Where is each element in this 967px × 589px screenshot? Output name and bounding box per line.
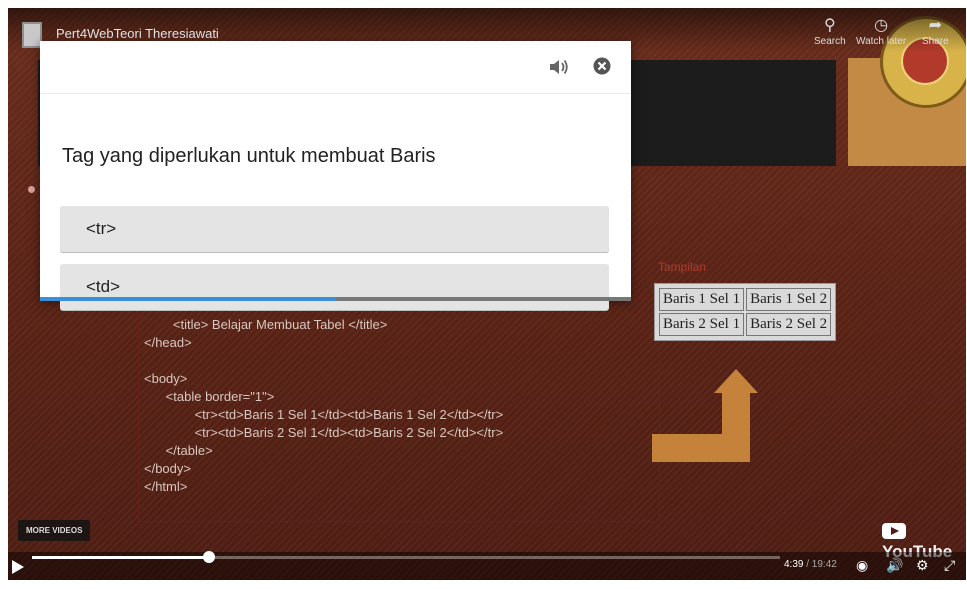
table-row: Baris 2 Sel 1 Baris 2 Sel 2 [659, 313, 832, 336]
code-line: </html> [144, 479, 188, 494]
arrow-base [652, 434, 750, 462]
quiz-progress-bar [40, 297, 631, 301]
time-display: 4:39 / 19:42 [784, 559, 837, 570]
player-controls: 4:39 / 19:42 ◉ 🔊 ⚙ ⤢ [8, 551, 966, 580]
close-icon[interactable] [593, 57, 611, 75]
current-time: 4:39 [784, 559, 804, 570]
output-label: Tampilan [658, 260, 707, 274]
code-line: <tr><td>Baris 2 Sel 1</td><td>Baris 2 Se… [144, 425, 504, 440]
page-underbar [8, 580, 966, 589]
code-line: <table border="1"> [144, 389, 275, 404]
youtube-icon[interactable]: ◉ [856, 557, 868, 574]
quiz-modal: Tag yang diperlukan untuk membuat Baris … [40, 41, 631, 310]
code-line: </body> [144, 461, 191, 476]
settings-gear-icon[interactable]: ⚙ [916, 557, 929, 574]
slide-bullet [28, 186, 35, 193]
rendered-table: Baris 1 Sel 1 Baris 1 Sel 2 Baris 2 Sel … [654, 283, 837, 341]
quiz-question: Tag yang diperlukan untuk membuat Baris [62, 145, 436, 167]
code-line: </head> [144, 335, 192, 350]
fullscreen-icon[interactable]: ⤢ [944, 557, 955, 574]
search-icon: ⚲ [823, 17, 836, 34]
code-line: <body> [144, 371, 188, 386]
progress-bar[interactable] [32, 551, 780, 563]
table-cell: Baris 2 Sel 2 [746, 313, 832, 336]
clock-icon: ◷ [874, 17, 889, 34]
speaker-icon[interactable] [548, 57, 570, 77]
table-cell: Baris 2 Sel 1 [659, 313, 745, 336]
search-label: Search [814, 36, 846, 47]
volume-icon[interactable]: 🔊 [886, 557, 903, 574]
code-line: <tr><td>Baris 1 Sel 1</td><td>Baris 1 Se… [144, 407, 504, 422]
video-title[interactable]: Pert4WebTeori Theresiawati [56, 26, 219, 41]
quiz-answer-option[interactable]: <td> [60, 264, 609, 310]
progress-played [32, 556, 209, 559]
quiz-progress-fill [40, 297, 336, 301]
code-line: <title> Belajar Membuat Tabel </title> [144, 317, 388, 332]
arrow-up-icon [714, 369, 758, 393]
quiz-header [40, 41, 631, 94]
quiz-answer-option[interactable]: <tr> [60, 206, 609, 252]
table-cell: Baris 1 Sel 2 [746, 288, 832, 311]
channel-avatar[interactable] [22, 22, 42, 48]
html-code-block: <head> <title> Belajar Membuat Tabel </t… [144, 298, 654, 496]
watch-later-button[interactable]: ◷ Watch later [856, 17, 907, 48]
share-label: Share [922, 36, 949, 47]
share-icon: ➦ [928, 17, 943, 34]
search-button[interactable]: ⚲ Search [814, 17, 846, 48]
scrubber-handle[interactable] [202, 551, 215, 563]
duration: / 19:42 [806, 559, 837, 570]
table-row: Baris 1 Sel 1 Baris 1 Sel 2 [659, 288, 832, 311]
watch-later-label: Watch later [856, 36, 907, 47]
code-line: </table> [144, 443, 213, 458]
play-button[interactable] [12, 560, 24, 574]
youtube-play-icon [882, 523, 906, 539]
share-button[interactable]: ➦ Share [922, 17, 949, 48]
more-videos-button[interactable]: MORE VIDEOS [18, 520, 91, 541]
table-cell: Baris 1 Sel 1 [659, 288, 745, 311]
